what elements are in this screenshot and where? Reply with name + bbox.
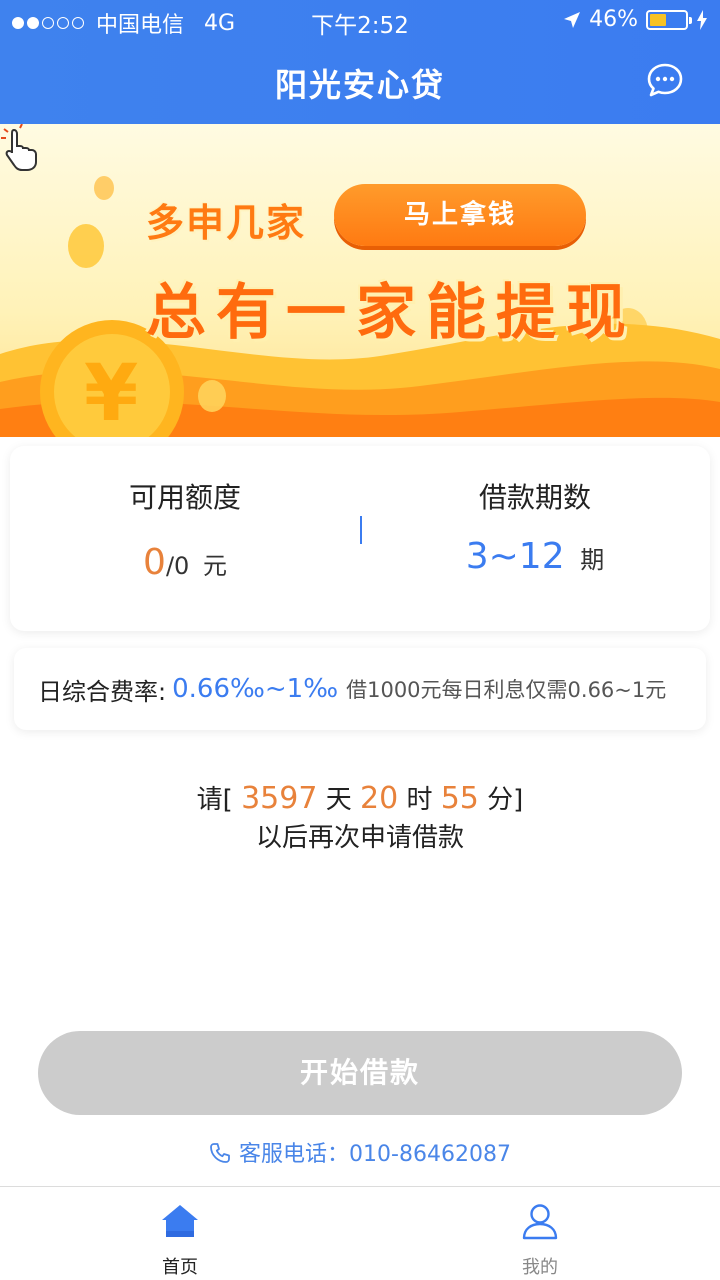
battery-icon	[646, 9, 692, 30]
daily-rate-description: 借1000元每日利息仅需0.66~1元	[346, 678, 667, 702]
get-money-button[interactable]: 马上拿钱	[334, 184, 586, 246]
bottom-tab-bar: 首页 我的	[0, 1186, 720, 1280]
banner-headline: 多申几家	[146, 201, 307, 245]
pointing-hand-icon	[1, 124, 37, 171]
countdown-hours: 20	[359, 781, 399, 816]
svg-text:¥: ¥	[84, 349, 138, 437]
tab-home[interactable]: 首页	[0, 1187, 360, 1280]
loan-term-unit: 期	[580, 546, 605, 574]
countdown-days: 3597	[241, 781, 318, 816]
available-credit-value: 0	[143, 542, 166, 583]
daily-rate-label: 日综合费率:	[38, 677, 167, 706]
customer-service-line[interactable]: 客服电话：010-86462087	[0, 1136, 720, 1168]
home-icon	[162, 1205, 198, 1237]
status-bar: 中国电信 4G 下午2:52 46%	[0, 0, 720, 40]
start-loan-button[interactable]: 开始借款	[38, 1031, 682, 1115]
loan-term: 借款期数 3~12 期	[360, 446, 710, 577]
available-credit: 可用额度 0/0 元	[10, 446, 360, 583]
daily-rate-value: 0.66‰~1‰	[172, 674, 339, 704]
charging-bolt-icon	[697, 9, 707, 30]
countdown-minutes: 55	[440, 781, 479, 816]
loan-term-label: 借款期数	[478, 481, 591, 514]
countdown-minutes-unit: 分]	[487, 785, 524, 815]
nav-bar: 阳光安心贷	[0, 40, 720, 124]
promo-banner[interactable]: ¥ 多申几家 马上拿钱 总有一家能提现	[0, 124, 720, 437]
customer-service-phone: 客服电话：010-86462087	[239, 1142, 511, 1167]
available-credit-label: 可用额度	[128, 481, 241, 514]
available-credit-unit: 元	[202, 552, 227, 580]
page-title: 阳光安心贷	[274, 66, 445, 104]
available-credit-total: /0	[165, 552, 190, 580]
reapply-countdown: 请[ 3597 天 20 时 55 分] 以后再次申请借款	[0, 780, 720, 857]
user-profile-icon	[522, 1204, 558, 1240]
banner-slogan: 总有一家能提现	[146, 278, 636, 348]
tab-home-label: 首页	[162, 1257, 198, 1278]
tab-mine-label: 我的	[522, 1257, 558, 1278]
countdown-message: 以后再次申请借款	[255, 823, 464, 853]
battery-percent: 46%	[589, 7, 638, 32]
daily-rate-card: 日综合费率: 0.66‰~1‰ 借1000元每日利息仅需0.66~1元	[14, 648, 706, 730]
countdown-days-unit: 天	[325, 785, 352, 815]
location-arrow-icon	[564, 11, 581, 28]
loan-term-value: 3~12	[465, 536, 565, 577]
top-header: 中国电信 4G 下午2:52 46% 阳光安心贷	[0, 0, 720, 124]
countdown-hours-unit: 时	[406, 785, 433, 815]
phone-icon	[210, 1143, 230, 1163]
loan-quota-card: 可用额度 0/0 元 借款期数 3~12 期	[10, 446, 710, 631]
tab-mine[interactable]: 我的	[360, 1187, 720, 1280]
countdown-prefix: 请[	[196, 785, 233, 815]
chat-bubble-icon[interactable]	[646, 62, 684, 100]
